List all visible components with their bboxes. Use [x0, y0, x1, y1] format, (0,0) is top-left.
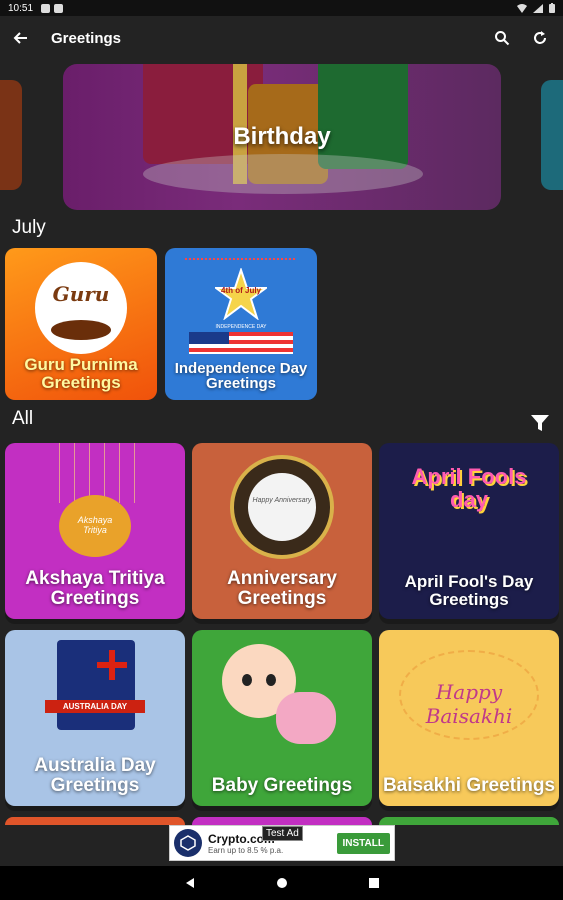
app-bar: Greetings: [0, 16, 563, 60]
ad-subtitle: Earn up to 8.5 % p.a.: [208, 845, 284, 855]
next-row-card[interactable]: [5, 817, 185, 825]
card-baby[interactable]: Baby Greetings: [192, 630, 372, 806]
section-title-july: July: [12, 217, 46, 238]
nav-back-icon[interactable]: [184, 877, 196, 889]
australia-art-text: AUSTRALIA DAY: [45, 700, 145, 713]
baisakhi-art-text: Happy Baisakhi: [425, 680, 513, 728]
baby-eye-left: [242, 674, 252, 686]
card-title: Australia Day Greetings: [34, 755, 156, 797]
battery-icon: [549, 3, 555, 13]
nav-recents-icon[interactable]: [368, 877, 380, 889]
card-title: Baby Greetings: [211, 775, 353, 797]
card-australia-day[interactable]: AUSTRALIA DAY Australia Day Greetings: [5, 630, 185, 806]
bunting-image: [185, 250, 295, 260]
carousel-next-slide[interactable]: [541, 80, 563, 190]
card-title: Guru Purnima Greetings: [24, 355, 138, 393]
guru-art-text: Guru: [52, 282, 110, 306]
notification-icon: [41, 3, 51, 13]
independence-art-sub: INDEPENDENCE DAY: [215, 324, 267, 330]
arrow-left-icon: [13, 32, 27, 44]
carousel-slide-birthday[interactable]: Birthday: [63, 64, 501, 210]
card-title: Anniversary Greetings: [227, 568, 337, 610]
flag-canton: [189, 332, 229, 344]
banner-carousel[interactable]: Birthday: [0, 64, 563, 210]
filter-icon: [531, 415, 549, 431]
back-button[interactable]: [0, 16, 40, 60]
section-title-all: All: [12, 408, 34, 429]
wifi-icon: [517, 3, 527, 13]
card-guru-purnima[interactable]: Guru Guru Purnima Greetings: [5, 248, 157, 400]
refresh-button[interactable]: [529, 27, 551, 49]
system-nav-bar: [0, 866, 563, 900]
ad-label: Test Ad: [262, 826, 303, 841]
card-title: Independence Day Greetings: [174, 359, 308, 393]
status-time: 10:51: [8, 2, 34, 14]
card-independence-day[interactable]: 4th of July INDEPENDENCE DAY Independenc…: [165, 248, 317, 400]
ring-inner-image: [248, 473, 316, 541]
refresh-icon: [534, 31, 546, 44]
next-row-card[interactable]: [192, 817, 372, 825]
akshaya-art-text: Akshaya Tritiya: [77, 515, 113, 535]
card-april-fools[interactable]: April Fools day April Fool's Day Greetin…: [379, 443, 559, 619]
nav-home-icon[interactable]: [276, 877, 288, 889]
sim-icon: [54, 3, 64, 13]
filter-button[interactable]: [529, 412, 551, 434]
signal-icon: [533, 3, 543, 13]
australia-flag-cross: [97, 650, 127, 680]
sandals-image: [51, 320, 111, 340]
card-title: Akshaya Tritiya Greetings: [25, 568, 165, 610]
independence-art-text: 4th of July: [221, 286, 262, 295]
baby-eye-right: [266, 674, 276, 686]
search-button[interactable]: [491, 27, 513, 49]
baby-body-image: [276, 692, 336, 744]
carousel-prev-slide[interactable]: [0, 80, 22, 190]
ad-install-button[interactable]: INSTALL: [336, 832, 390, 854]
status-bar: 10:51: [0, 0, 563, 16]
search-icon: [495, 31, 510, 46]
next-row-card[interactable]: [379, 817, 559, 825]
card-baisakhi[interactable]: Happy Baisakhi Baisakhi Greetings: [379, 630, 559, 806]
card-title: April Fool's Day Greetings: [404, 572, 534, 610]
guru-circle: [35, 262, 127, 354]
card-akshaya-tritiya[interactable]: Akshaya Tritiya Akshaya Tritiya Greeting…: [5, 443, 185, 619]
card-anniversary[interactable]: Happy Anniversary Anniversary Greetings: [192, 443, 372, 619]
lamp-strings-image: [45, 443, 145, 503]
ad-logo-icon: [174, 829, 202, 857]
card-title: Baisakhi Greetings: [382, 775, 556, 797]
anniversary-art-text: Happy Anniversary: [252, 497, 312, 504]
page-title: Greetings: [51, 29, 122, 47]
april-art-text: April Fools day: [411, 464, 527, 513]
carousel-slide-title: Birthday: [233, 123, 331, 150]
